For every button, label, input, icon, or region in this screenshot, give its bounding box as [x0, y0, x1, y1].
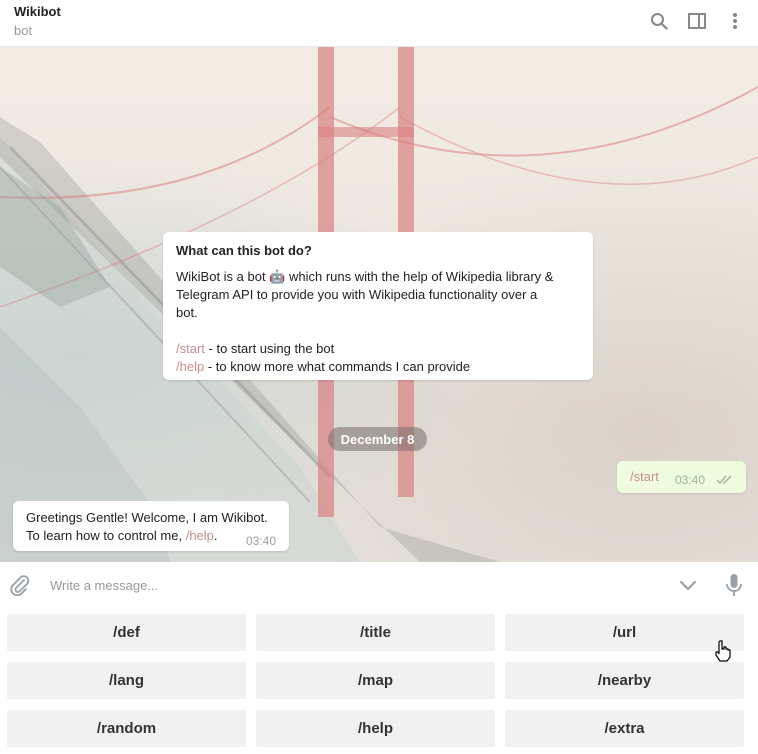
chat-header: Wikibot bot — [0, 0, 758, 47]
start-command-link[interactable]: /start — [176, 341, 205, 356]
microphone-icon[interactable] — [724, 573, 744, 597]
keyboard-button-lang[interactable]: /lang — [7, 662, 246, 699]
message-input[interactable] — [50, 574, 610, 596]
bot-info-description-line-3: bot. — [176, 305, 198, 320]
help-command-link[interactable]: /help — [176, 359, 204, 374]
keyboard-button-nearby[interactable]: /nearby — [505, 662, 744, 699]
search-icon[interactable] — [648, 10, 670, 32]
message-composer — [0, 562, 758, 608]
message-text: . — [213, 528, 218, 543]
message-time: 03:40 — [675, 473, 706, 487]
start-command-line: /start - to start using the bot — [176, 340, 580, 358]
robot-emoji-icon: 🤖 — [269, 269, 286, 284]
keyboard-button-title[interactable]: /title — [256, 614, 495, 651]
help-command-link[interactable]: /help — [186, 528, 214, 543]
read-checkmarks-icon — [716, 473, 734, 488]
message-text: To learn how to control me, — [26, 528, 186, 543]
description-text: which runs with the help of Wikipedia li… — [285, 269, 554, 284]
date-separator: December 8 — [328, 427, 427, 451]
description-text: WikiBot is a bot — [176, 269, 270, 284]
sidebar-toggle-icon[interactable] — [686, 10, 708, 32]
keyboard-button-def[interactable]: /def — [7, 614, 246, 651]
message-time: 03:40 — [246, 534, 277, 548]
bot-info-description-line-2: Telegram API to provide you with Wikiped… — [176, 287, 538, 302]
chat-history[interactable]: What can this bot do? WikiBot is a bot 🤖… — [0, 47, 758, 562]
keyboard-button-random[interactable]: /random — [7, 710, 246, 747]
chat-title[interactable]: Wikibot — [14, 4, 61, 19]
command-description: - to start using the bot — [204, 341, 335, 356]
help-command-line: /help - to know more what commands I can… — [176, 358, 580, 376]
bot-info-card: What can this bot do? WikiBot is a bot 🤖… — [163, 232, 593, 380]
keyboard-button-help[interactable]: /help — [256, 710, 495, 747]
message-text-line-2: To learn how to control me, /help. 03:40 — [26, 527, 276, 548]
bot-keyboard: /def /title /url /lang /map /nearby /ran… — [0, 608, 758, 754]
more-vertical-icon[interactable] — [724, 10, 746, 32]
paperclip-icon[interactable] — [9, 574, 31, 597]
outgoing-message[interactable]: /start 03:40 — [617, 461, 746, 493]
chevron-down-icon[interactable] — [677, 574, 699, 596]
bot-info-description-line-1: WikiBot is a bot 🤖 which runs with the h… — [176, 268, 580, 286]
message-text-line-1: Greetings Gentle! Welcome, I am Wikibot. — [26, 510, 268, 525]
command-description: - to know more what commands I can provi… — [204, 359, 471, 374]
keyboard-button-url[interactable]: /url — [505, 614, 744, 651]
chat-subtitle: bot — [14, 23, 33, 38]
keyboard-button-extra[interactable]: /extra — [505, 710, 744, 747]
message-text[interactable]: /start — [630, 469, 659, 484]
keyboard-button-map[interactable]: /map — [256, 662, 495, 699]
incoming-message[interactable]: Greetings Gentle! Welcome, I am Wikibot.… — [13, 501, 289, 551]
hand-pointer-cursor-icon — [714, 640, 732, 662]
bot-info-heading: What can this bot do? — [176, 243, 312, 258]
